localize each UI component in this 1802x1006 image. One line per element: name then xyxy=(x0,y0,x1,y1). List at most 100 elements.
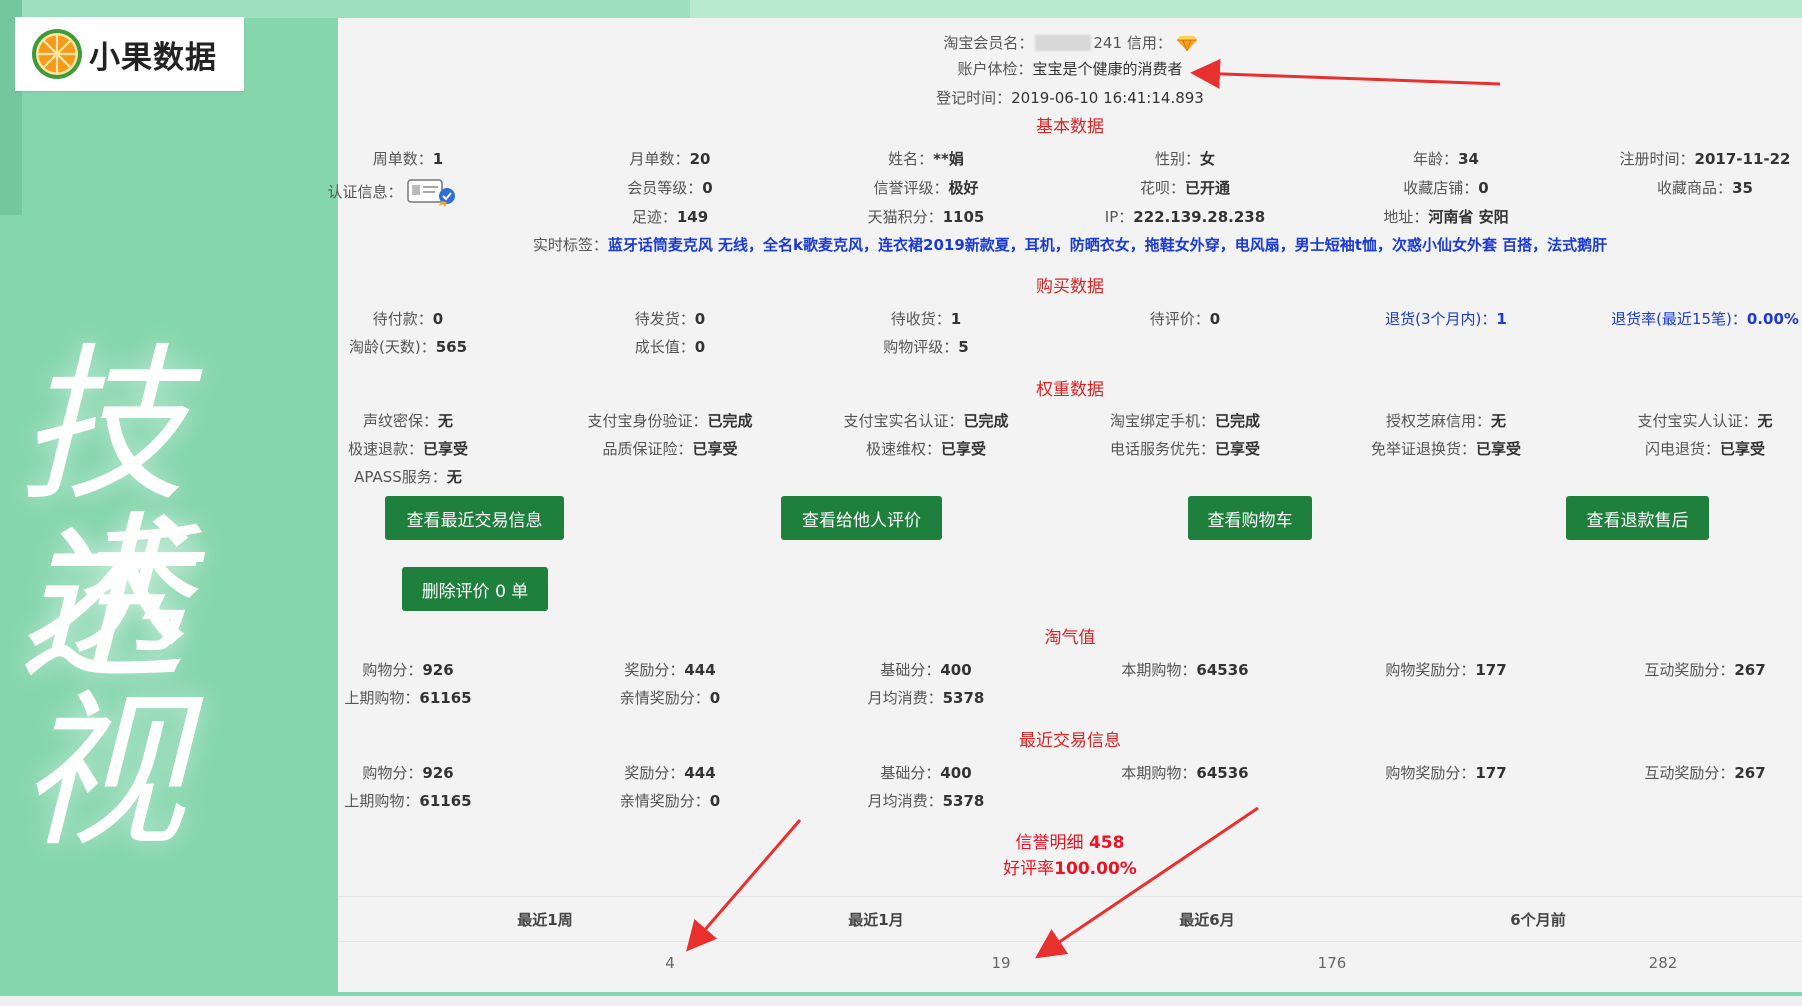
field-value: 无 xyxy=(1491,412,1507,430)
field-label: 支付宝实名认证： xyxy=(843,412,964,430)
weight-field: 支付宝实名认证：已完成 xyxy=(801,410,1051,431)
field-label: 亲情奖励分： xyxy=(619,689,710,707)
basic-field: 会员等级：0 xyxy=(545,177,795,198)
weight-field: APASS服务：无 xyxy=(283,466,533,487)
taoqi-field: 购物奖励分：177 xyxy=(1321,659,1571,680)
purchase-field: 待评价：0 xyxy=(1060,308,1310,329)
realtime-tags: 实时标签：蓝牙话筒麦克风 无线，全名k歌麦克风，连衣裙2019新款夏，耳机，防晒… xyxy=(532,236,1608,254)
field-label: 支付宝实人认证： xyxy=(1637,412,1758,430)
section-title-basic: 基本数据 xyxy=(1036,117,1104,137)
field-value: 565 xyxy=(435,338,468,356)
taoqi-field: 购物分：926 xyxy=(283,659,533,680)
field-value: 1105 xyxy=(942,208,985,226)
field-label: 周单数： xyxy=(372,150,433,168)
basic-field: 周单数：1 xyxy=(283,148,533,169)
weight-field: 声纹密保：无 xyxy=(283,410,533,431)
id-card-icon xyxy=(406,179,455,207)
basic-field: 收藏店铺：0 xyxy=(1321,177,1571,198)
basic-field: 花呗：已开通 xyxy=(1060,177,1310,198)
credit-table-header: 最近1周 最近1月 最近6月 6个月前 xyxy=(338,896,1802,942)
field-value: 已完成 xyxy=(1215,412,1261,430)
field-label: 基础分： xyxy=(880,661,941,679)
view-cart-button[interactable]: 查看购物车 xyxy=(1188,496,1312,540)
weight-field: 支付宝身份验证：已完成 xyxy=(545,410,795,431)
field-value: 无 xyxy=(446,468,462,486)
field-value: 267 xyxy=(1734,764,1766,782)
field-value: 0 xyxy=(709,792,721,810)
recent-field: 基础分：400 xyxy=(801,762,1051,783)
positive-rate: 好评率100.00% xyxy=(1003,859,1137,879)
field-label: 互动奖励分： xyxy=(1644,661,1735,679)
field-label: 亲情奖励分： xyxy=(619,792,710,810)
basic-field: 地址：河南省 安阳 xyxy=(1321,206,1571,227)
purchase-field: 待收货：1 xyxy=(801,308,1051,329)
field-value: 已享受 xyxy=(1476,440,1522,458)
field-value: 已享受 xyxy=(941,440,987,458)
account-check-value: 宝宝是个健康的消费者 xyxy=(1032,60,1183,78)
field-label: 极速维权： xyxy=(865,440,941,458)
field-label: 信誉评级： xyxy=(873,179,949,197)
field-label: 购物分： xyxy=(362,764,423,782)
weight-field: 淘宝绑定手机：已完成 xyxy=(1060,410,1310,431)
section-title-purchase: 购买数据 xyxy=(1036,277,1104,297)
field-label: 月单数： xyxy=(629,150,690,168)
field-value: 0 xyxy=(1209,310,1221,328)
field-value: 0 xyxy=(694,310,706,328)
view-refund-button[interactable]: 查看退款售后 xyxy=(1566,496,1709,540)
credit-table-header-cell: 最近6月 xyxy=(1179,911,1235,929)
field-label: 购物奖励分： xyxy=(1385,661,1476,679)
recent-field: 购物奖励分：177 xyxy=(1321,762,1571,783)
credit-table-header-cell: 最近1周 xyxy=(517,911,573,929)
field-value: 926 xyxy=(422,764,454,782)
register-time-line: 登记时间：2019-06-10 16:41:14.893 xyxy=(936,89,1204,107)
view-reviews-to-others-button[interactable]: 查看给他人评价 xyxy=(781,496,942,540)
field-value: 20 xyxy=(689,150,711,168)
field-label: 免举证退换货： xyxy=(1370,440,1476,458)
diamond-icon xyxy=(1176,36,1197,52)
view-recent-trade-button[interactable]: 查看最近交易信息 xyxy=(385,496,564,540)
taoqi-field: 亲情奖励分：0 xyxy=(545,687,795,708)
report-panel: 淘宝会员名： 241 信用： 账户体检：宝宝是个健康的消费者 登记时间：2019-… xyxy=(327,18,1802,992)
field-label: 极速退款： xyxy=(347,440,423,458)
orange-slice-icon xyxy=(32,29,82,79)
field-value: 64536 xyxy=(1196,661,1249,679)
basic-field: 认证信息： xyxy=(268,177,518,207)
field-label: 收藏店铺： xyxy=(1403,179,1479,197)
field-label: 天猫积分： xyxy=(867,208,943,226)
weight-field: 免举证退换货：已享受 xyxy=(1321,438,1571,459)
field-value: 444 xyxy=(684,764,716,782)
field-label: 待收货： xyxy=(890,310,951,328)
field-value: 926 xyxy=(422,661,454,679)
account-check-line: 账户体检：宝宝是个健康的消费者 xyxy=(957,60,1183,78)
positive-rate-value: 100.00% xyxy=(1054,859,1137,879)
purchase-field: 淘龄(天数)：565 xyxy=(283,336,533,357)
field-label: 成长值： xyxy=(634,338,695,356)
field-label: 会员等级： xyxy=(627,179,703,197)
field-label: 互动奖励分： xyxy=(1644,764,1735,782)
field-label: 月均消费： xyxy=(867,689,943,707)
basic-field: 姓名：**娟 xyxy=(801,148,1051,169)
weight-field: 极速维权：已享受 xyxy=(801,438,1051,459)
field-label: 电话服务优先： xyxy=(1109,440,1215,458)
field-label: 退货率(最近15笔)： xyxy=(1611,310,1747,328)
top-band-light xyxy=(690,0,1802,18)
field-label: 购物评级： xyxy=(883,338,959,356)
field-value: 已开通 xyxy=(1185,179,1231,197)
field-label: 支付宝身份验证： xyxy=(587,412,708,430)
delete-reviews-button[interactable]: 删除评价 0 单 xyxy=(402,567,548,611)
field-label: 奖励分： xyxy=(624,764,685,782)
field-value: 0 xyxy=(694,338,706,356)
credit-table-cell: 19 xyxy=(991,954,1011,972)
field-label: 注册时间： xyxy=(1619,150,1695,168)
purchase-field: 购物评级：5 xyxy=(801,336,1051,357)
credit-table-cell: 4 xyxy=(665,954,675,972)
field-label: 授权芝麻信用： xyxy=(1385,412,1491,430)
weight-field: 支付宝实人认证：无 xyxy=(1580,410,1802,431)
basic-field: 足迹：149 xyxy=(545,206,795,227)
field-value: 1 xyxy=(432,150,444,168)
field-value: 61165 xyxy=(419,689,472,707)
field-label: IP： xyxy=(1104,208,1134,226)
recent-field: 购物分：926 xyxy=(283,762,533,783)
field-value: 0.00% xyxy=(1746,310,1799,328)
taoqi-field: 基础分：400 xyxy=(801,659,1051,680)
